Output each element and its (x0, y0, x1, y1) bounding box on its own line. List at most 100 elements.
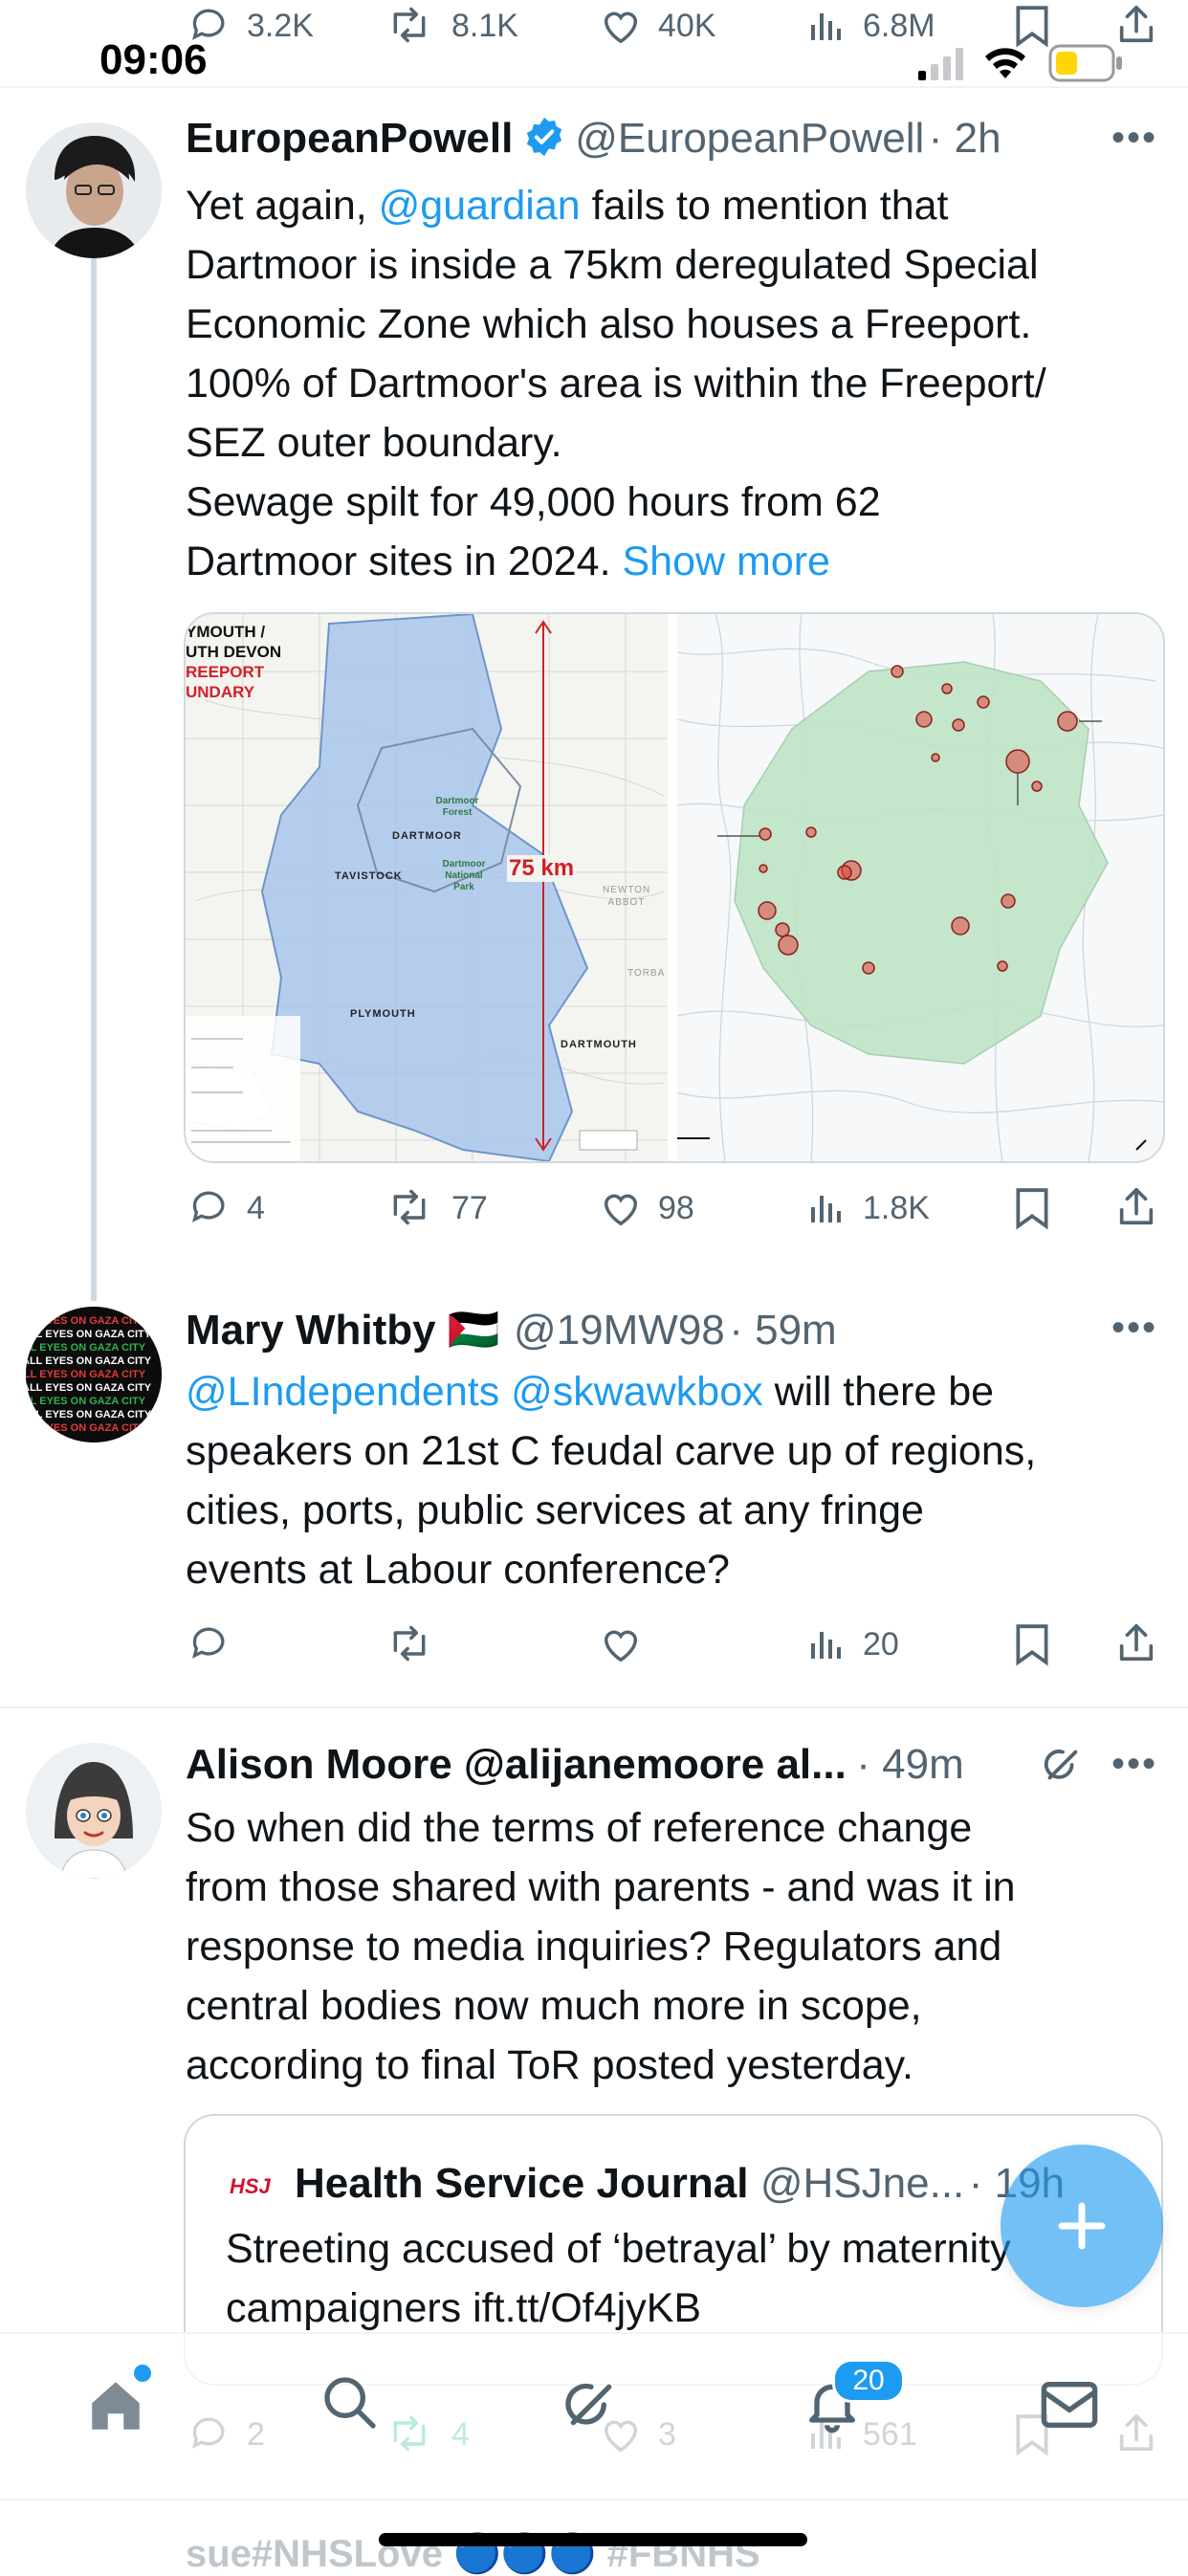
views-icon[interactable] (807, 6, 846, 44)
svg-text:ALL EYES ON GAZA CITY: ALL EYES ON GAZA CITY (26, 1369, 146, 1380)
tweet-header: Alison Moore @alijanemoore al... · 49m (186, 1741, 964, 1789)
tweet-header: EuropeanPowell @EuropeanPowell · 2h (186, 115, 1001, 163)
view-count: 1.8K (863, 1190, 930, 1226)
repost-icon[interactable] (386, 1622, 432, 1664)
tweet-text-line: will there be (762, 1369, 995, 1415)
home-indicator (379, 2533, 807, 2546)
home-icon[interactable] (84, 2374, 147, 2437)
share-icon[interactable] (1115, 1184, 1157, 1228)
notification-count: 20 (852, 2365, 885, 2396)
svg-text:ALL EYES ON GAZA CITY: ALL EYES ON GAZA CITY (26, 1409, 152, 1420)
reply-count: 4 (247, 1190, 265, 1226)
svg-text:ALL EYES ON GAZA CITY: ALL EYES ON GAZA CITY (26, 1342, 146, 1354)
quote-text-line: Streeting accused of ‘betrayal’ by mater… (226, 2226, 1011, 2272)
tweet-header: Mary Whitby 🇵🇸 @19MW98 · 59m (186, 1305, 837, 1354)
more-options-icon[interactable]: ••• (1111, 1307, 1157, 1350)
thread-line (91, 258, 97, 1301)
map-label-plymouth: PLYMOUTH (350, 1008, 416, 1020)
quote-avatar: HSJ (230, 2169, 277, 2204)
map-title-line: UNDARY (186, 683, 255, 701)
views-icon[interactable] (807, 1188, 846, 1226)
quote-text-line: campaigners ift.tt/Of4jyKB (226, 2285, 702, 2331)
share-icon[interactable] (1115, 2, 1157, 46)
quote-author-handle: @HSJne... (759, 2160, 965, 2207)
mention-links[interactable]: @LIndependents @skwawkbox (186, 1369, 763, 1415)
like-icon[interactable] (599, 4, 643, 46)
avatar[interactable] (26, 122, 162, 258)
author-name[interactable]: Mary Whitby 🇵🇸 (186, 1307, 500, 1354)
notification-badge: 20 (832, 2359, 905, 2403)
grok-nav-icon[interactable] (561, 2374, 622, 2435)
view-count: 20 (863, 1626, 899, 1662)
tweet-time[interactable]: · 59m (729, 1307, 836, 1354)
author-name[interactable]: EuropeanPowell (186, 115, 513, 162)
tweet-text-line: Yet again, (186, 183, 379, 229)
svg-text:ALL EYES ON GAZA CITY: ALL EYES ON GAZA CITY (26, 1396, 146, 1407)
avatar[interactable]: ALL EYES ON GAZA CITY ALL EYES ON GAZA C… (26, 1307, 162, 1442)
tweet-text-line: fails to mention that (580, 183, 949, 229)
map-label-dartmoor: DARTMOOR (392, 830, 462, 842)
bottom-nav: 20 (0, 2332, 1188, 2497)
prev-repost-count: 8.1K (451, 8, 518, 44)
divider (0, 1706, 1188, 1708)
divider (0, 2499, 1188, 2500)
tweet-action-bar: 4 77 98 1.8K (0, 1186, 1188, 1234)
tweet-text-line: Economic Zone which also houses a Freepo… (186, 301, 1032, 347)
mention-link[interactable]: @guardian (379, 183, 581, 229)
compose-button[interactable] (1001, 2145, 1163, 2307)
map-label-tavistock: TAVISTOCK (335, 870, 403, 882)
tweet-time[interactable]: · 49m (856, 1741, 963, 1788)
tweet-text: So when did the terms of reference chang… (186, 1798, 1161, 2095)
home-unread-dot (134, 2365, 151, 2382)
svg-text:ALL EYES ON GAZA CITY: ALL EYES ON GAZA CITY (26, 1355, 152, 1367)
svg-text:ALL EYES ON GAZA CITY: ALL EYES ON GAZA CITY (26, 1422, 146, 1434)
tweet-text-line: 100% of Dartmoor's area is within the Fr… (186, 361, 1046, 407)
tweet-text-line: events at Labour conference? (186, 1547, 730, 1593)
repost-icon[interactable] (386, 1186, 432, 1228)
bookmark-icon[interactable] (1014, 4, 1050, 48)
author-handle[interactable]: @EuropeanPowell (575, 115, 924, 162)
tweet-text-line: SEZ outer boundary. (186, 420, 562, 466)
like-icon[interactable] (599, 1622, 643, 1664)
show-more-link[interactable]: Show more (622, 539, 829, 584)
views-icon[interactable] (807, 1624, 846, 1662)
share-icon[interactable] (1115, 1620, 1157, 1664)
map-label-torba: TORBA (627, 968, 666, 979)
divider (0, 86, 1188, 88)
battery-icon (1048, 44, 1125, 82)
tweet-action-bar: 20 (0, 1622, 1188, 1670)
map-label-dartmouth: DARTMOUTH (561, 1039, 637, 1050)
svg-text:ALL EYES ON GAZA CITY: ALL EYES ON GAZA CITY (26, 1382, 152, 1394)
tweet-time[interactable]: · 2h (929, 115, 1001, 162)
bookmark-icon[interactable] (1014, 1186, 1050, 1230)
map-title: YMOUTH / UTH DEVON REEPORT UNDARY (186, 622, 281, 702)
like-icon[interactable] (599, 1186, 643, 1228)
more-options-icon[interactable]: ••• (1111, 1743, 1157, 1786)
more-options-icon[interactable]: ••• (1111, 117, 1157, 160)
wifi-icon (983, 46, 1027, 80)
reply-icon[interactable] (189, 1186, 231, 1228)
bookmark-icon[interactable] (1014, 1622, 1050, 1666)
reply-icon[interactable] (189, 1622, 231, 1664)
repost-count: 77 (451, 1190, 488, 1226)
tweet-text-line: according to final ToR posted yesterday. (186, 2042, 913, 2088)
search-icon[interactable] (319, 2372, 381, 2433)
media-image-freeport-map[interactable]: YMOUTH / UTH DEVON REEPORT UNDARY Dartmo… (186, 614, 668, 1161)
grok-icon[interactable] (1041, 1743, 1085, 1787)
tweet-text: @LIndependents @skwawkbox will there be … (186, 1362, 1161, 1599)
map-title-line: YMOUTH / (186, 623, 266, 641)
author-handle[interactable]: @19MW98 (514, 1307, 725, 1354)
repost-icon[interactable] (386, 4, 432, 46)
map-title-line: UTH DEVON (186, 643, 282, 661)
author-name[interactable]: Alison Moore @alijanemoore al... (186, 1741, 847, 1788)
avatar[interactable] (26, 1743, 162, 1879)
media-image-sewage-map[interactable] (677, 614, 1163, 1161)
messages-icon[interactable] (1039, 2376, 1100, 2433)
prev-reply-count: 3.2K (247, 8, 314, 44)
map-distance-label: 75 km (507, 855, 577, 882)
map-label-forest: Dartmoor Forest (435, 796, 479, 818)
media-grid: YMOUTH / UTH DEVON REEPORT UNDARY Dartmo… (184, 612, 1165, 1163)
map-title-line: REEPORT (186, 663, 265, 681)
signal-icon (918, 48, 966, 80)
tweet-text-line: central bodies now much more in scope, (186, 1983, 922, 2029)
